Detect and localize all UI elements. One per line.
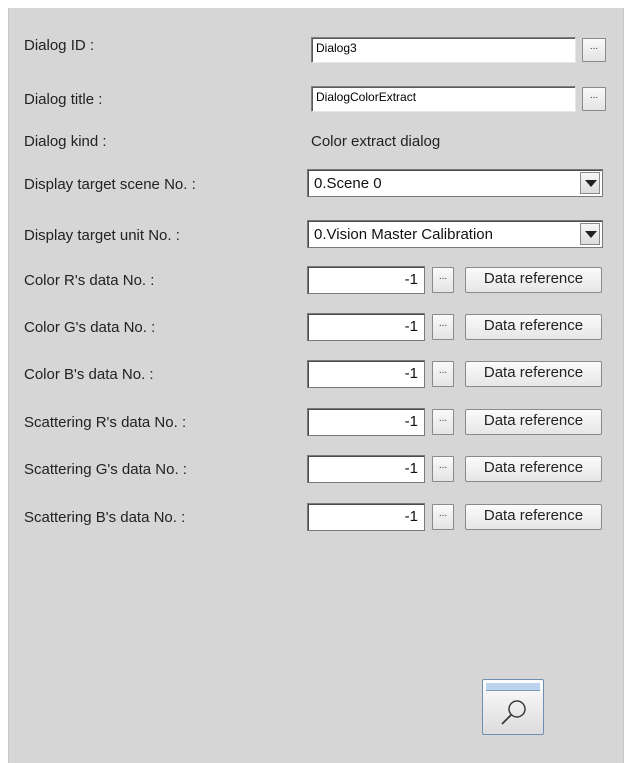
color-b-browse-button[interactable]: ... xyxy=(432,361,454,387)
color-g-browse-button[interactable]: ... xyxy=(432,314,454,340)
dialog-title-label: Dialog title : xyxy=(24,91,103,108)
scattering-g-data-reference-button[interactable]: Data reference xyxy=(465,456,602,482)
chevron-down-icon[interactable] xyxy=(580,223,600,245)
color-r-label: Color R's data No. : xyxy=(24,272,155,289)
color-r-browse-button[interactable]: ... xyxy=(432,267,454,293)
dialog-title-field[interactable]: DialogColorExtract xyxy=(311,86,576,112)
preview-button[interactable] xyxy=(482,679,544,735)
dialog-id-label: Dialog ID : xyxy=(24,37,95,54)
color-r-data-reference-button[interactable]: Data reference xyxy=(465,267,602,293)
scene-select-value: 0.Scene 0 xyxy=(314,175,382,192)
scattering-g-label: Scattering G's data No. : xyxy=(24,461,187,478)
color-g-label: Color G's data No. : xyxy=(24,319,156,336)
dialog-id-field[interactable]: Dialog3 xyxy=(311,37,576,63)
dialog-title-browse-button[interactable]: ... xyxy=(582,87,606,111)
scattering-r-browse-button[interactable]: ... xyxy=(432,409,454,435)
scattering-r-label: Scattering R's data No. : xyxy=(24,414,187,431)
color-b-label: Color B's data No. : xyxy=(24,366,154,383)
dialog-kind-label: Dialog kind : xyxy=(24,133,107,150)
chevron-down-icon[interactable] xyxy=(580,172,600,194)
scene-select[interactable]: 0.Scene 0 xyxy=(307,169,603,197)
scattering-g-browse-button[interactable]: ... xyxy=(432,456,454,482)
magnifier-icon xyxy=(501,700,526,725)
scattering-b-label: Scattering B's data No. : xyxy=(24,509,186,526)
unit-select[interactable]: 0.Vision Master Calibration xyxy=(307,220,603,248)
scattering-r-data-reference-button[interactable]: Data reference xyxy=(465,409,602,435)
unit-select-value: 0.Vision Master Calibration xyxy=(314,226,493,243)
scattering-b-browse-button[interactable]: ... xyxy=(432,504,454,530)
color-b-data-field[interactable]: -1 xyxy=(307,360,425,388)
color-g-data-reference-button[interactable]: Data reference xyxy=(465,314,602,340)
scattering-b-data-reference-button[interactable]: Data reference xyxy=(465,504,602,530)
scene-label: Display target scene No. : xyxy=(24,176,196,193)
unit-label: Display target unit No. : xyxy=(24,227,180,244)
scattering-r-data-field[interactable]: -1 xyxy=(307,408,425,436)
color-g-data-field[interactable]: -1 xyxy=(307,313,425,341)
scattering-b-data-field[interactable]: -1 xyxy=(307,503,425,531)
dialog-kind-value: Color extract dialog xyxy=(311,133,441,150)
scattering-g-data-field[interactable]: -1 xyxy=(307,455,425,483)
dialog-id-browse-button[interactable]: ... xyxy=(582,38,606,62)
color-b-data-reference-button[interactable]: Data reference xyxy=(465,361,602,387)
color-r-data-field[interactable]: -1 xyxy=(307,266,425,294)
